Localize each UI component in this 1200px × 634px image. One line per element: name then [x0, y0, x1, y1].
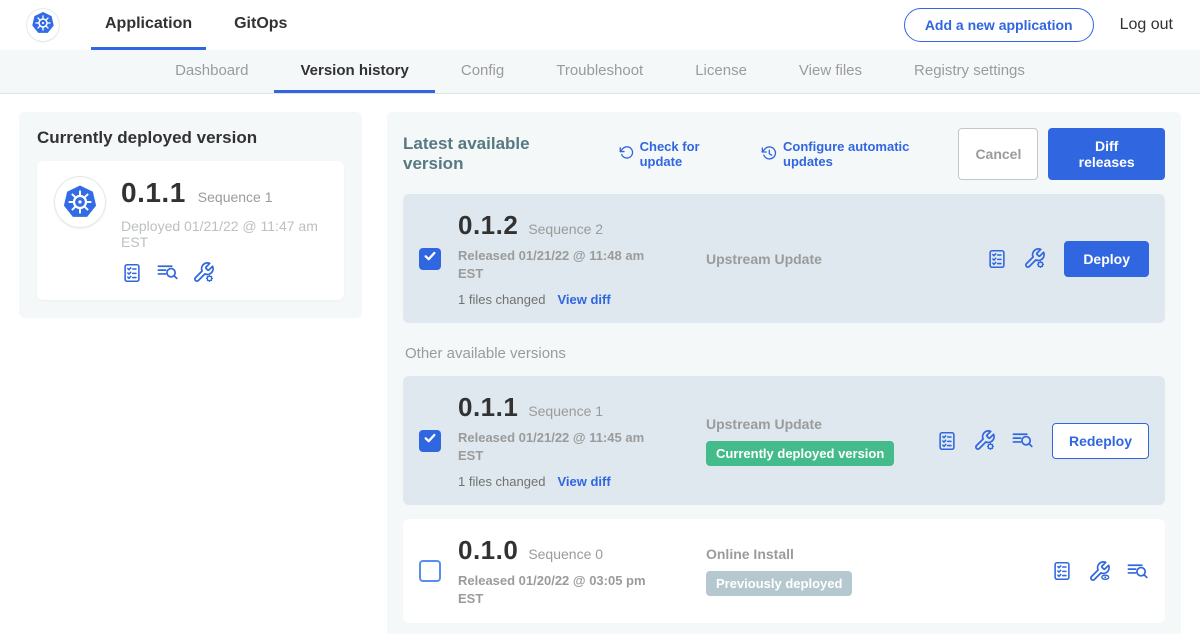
- preflight-checklist-icon[interactable]: [936, 430, 958, 452]
- version-source-label: Upstream Update: [706, 251, 936, 267]
- latest-available-title: Latest available version: [403, 134, 591, 174]
- deployed-version-number: 0.1.1: [121, 177, 186, 209]
- version-row-0-1-1: 0.1.1 Sequence 1 Released 01/21/22 @ 11:…: [403, 376, 1165, 505]
- version-source-label: Online Install: [706, 546, 936, 562]
- top-tab-application[interactable]: Application: [91, 0, 206, 50]
- refresh-icon: [619, 145, 634, 163]
- edit-config-icon[interactable]: [973, 429, 996, 452]
- version-row-0-1-2: 0.1.2 Sequence 2 Released 01/21/22 @ 11:…: [403, 194, 1165, 323]
- other-versions-title: Other available versions: [405, 345, 1163, 362]
- check-for-update-label: Check for update: [640, 139, 743, 169]
- checkmark-icon: [422, 430, 438, 451]
- auto-update-clock-icon: [761, 145, 777, 164]
- top-tab-gitops[interactable]: GitOps: [220, 0, 301, 50]
- tab-view-files[interactable]: View files: [773, 50, 888, 93]
- view-logs-icon[interactable]: [156, 261, 179, 284]
- view-diff-link[interactable]: View diff: [557, 292, 610, 307]
- released-timestamp: Released 01/21/22 @ 11:48 am EST: [458, 247, 658, 282]
- logout-button[interactable]: Log out: [1120, 16, 1173, 34]
- check-for-update-link[interactable]: Check for update: [619, 139, 743, 169]
- files-changed-label: 1 files changed: [458, 474, 545, 489]
- sequence-label: Sequence 0: [528, 546, 603, 562]
- version-number: 0.1.1: [458, 392, 518, 423]
- currently-deployed-badge: Currently deployed version: [706, 441, 894, 466]
- top-nav: Application GitOps Add a new application…: [0, 0, 1200, 50]
- version-number: 0.1.2: [458, 210, 518, 241]
- currently-deployed-panel: Currently deployed version 0.1.1 Sequenc…: [19, 112, 362, 318]
- files-changed-label: 1 files changed: [458, 292, 545, 307]
- diff-releases-button[interactable]: Diff releases: [1048, 128, 1165, 180]
- version-checkbox[interactable]: [419, 430, 441, 452]
- kubernetes-logo-icon: [31, 11, 55, 40]
- deployed-timestamp: Deployed 01/21/22 @ 11:47 am EST: [121, 218, 326, 250]
- view-logs-icon[interactable]: [1011, 429, 1034, 452]
- edit-config-icon[interactable]: [192, 261, 215, 284]
- version-checkbox[interactable]: [419, 560, 441, 582]
- version-source-label: Upstream Update: [706, 416, 936, 432]
- view-diff-link[interactable]: View diff: [557, 474, 610, 489]
- edit-config-icon[interactable]: [1023, 247, 1046, 270]
- top-tab-gitops-label: GitOps: [234, 15, 287, 33]
- tab-license[interactable]: License: [669, 50, 773, 93]
- sequence-label: Sequence 1: [528, 403, 603, 419]
- preflight-checklist-icon[interactable]: [986, 248, 1008, 270]
- redeploy-button[interactable]: Redeploy: [1052, 423, 1149, 459]
- tab-config[interactable]: Config: [435, 50, 530, 93]
- preflight-checklist-icon[interactable]: [1051, 560, 1073, 582]
- available-versions-panel: Latest available version Check for updat…: [387, 112, 1181, 634]
- tab-troubleshoot[interactable]: Troubleshoot: [530, 50, 669, 93]
- deployed-version-card: 0.1.1 Sequence 1 Deployed 01/21/22 @ 11:…: [37, 161, 344, 300]
- app-sub-nav: Dashboard Version history Config Trouble…: [0, 50, 1200, 94]
- app-logo: [27, 9, 59, 41]
- top-tab-application-label: Application: [105, 15, 192, 33]
- version-checkbox[interactable]: [419, 248, 441, 270]
- deployed-sequence-label: Sequence 1: [198, 189, 273, 205]
- version-number: 0.1.0: [458, 535, 518, 566]
- version-row-0-1-0: 0.1.0 Sequence 0 Released 01/20/22 @ 03:…: [403, 519, 1165, 623]
- view-config-icon[interactable]: [1088, 560, 1111, 583]
- released-timestamp: Released 01/20/22 @ 03:05 pm EST: [458, 572, 658, 607]
- sequence-label: Sequence 2: [528, 221, 603, 237]
- currently-deployed-title: Currently deployed version: [37, 128, 344, 148]
- tab-dashboard[interactable]: Dashboard: [149, 50, 274, 93]
- cancel-button[interactable]: Cancel: [958, 128, 1038, 180]
- view-logs-icon[interactable]: [1126, 560, 1149, 583]
- configure-automatic-updates-label: Configure automatic updates: [783, 139, 958, 169]
- tab-registry-settings[interactable]: Registry settings: [888, 50, 1051, 93]
- kubernetes-app-icon: [55, 177, 105, 227]
- previously-deployed-badge: Previously deployed: [706, 571, 852, 596]
- preflight-checklist-icon[interactable]: [121, 262, 143, 284]
- deploy-button[interactable]: Deploy: [1064, 241, 1149, 277]
- configure-automatic-updates-link[interactable]: Configure automatic updates: [761, 139, 958, 169]
- released-timestamp: Released 01/21/22 @ 11:45 am EST: [458, 429, 658, 464]
- tab-version-history[interactable]: Version history: [274, 50, 434, 93]
- checkmark-icon: [422, 248, 438, 269]
- add-application-button[interactable]: Add a new application: [904, 8, 1094, 42]
